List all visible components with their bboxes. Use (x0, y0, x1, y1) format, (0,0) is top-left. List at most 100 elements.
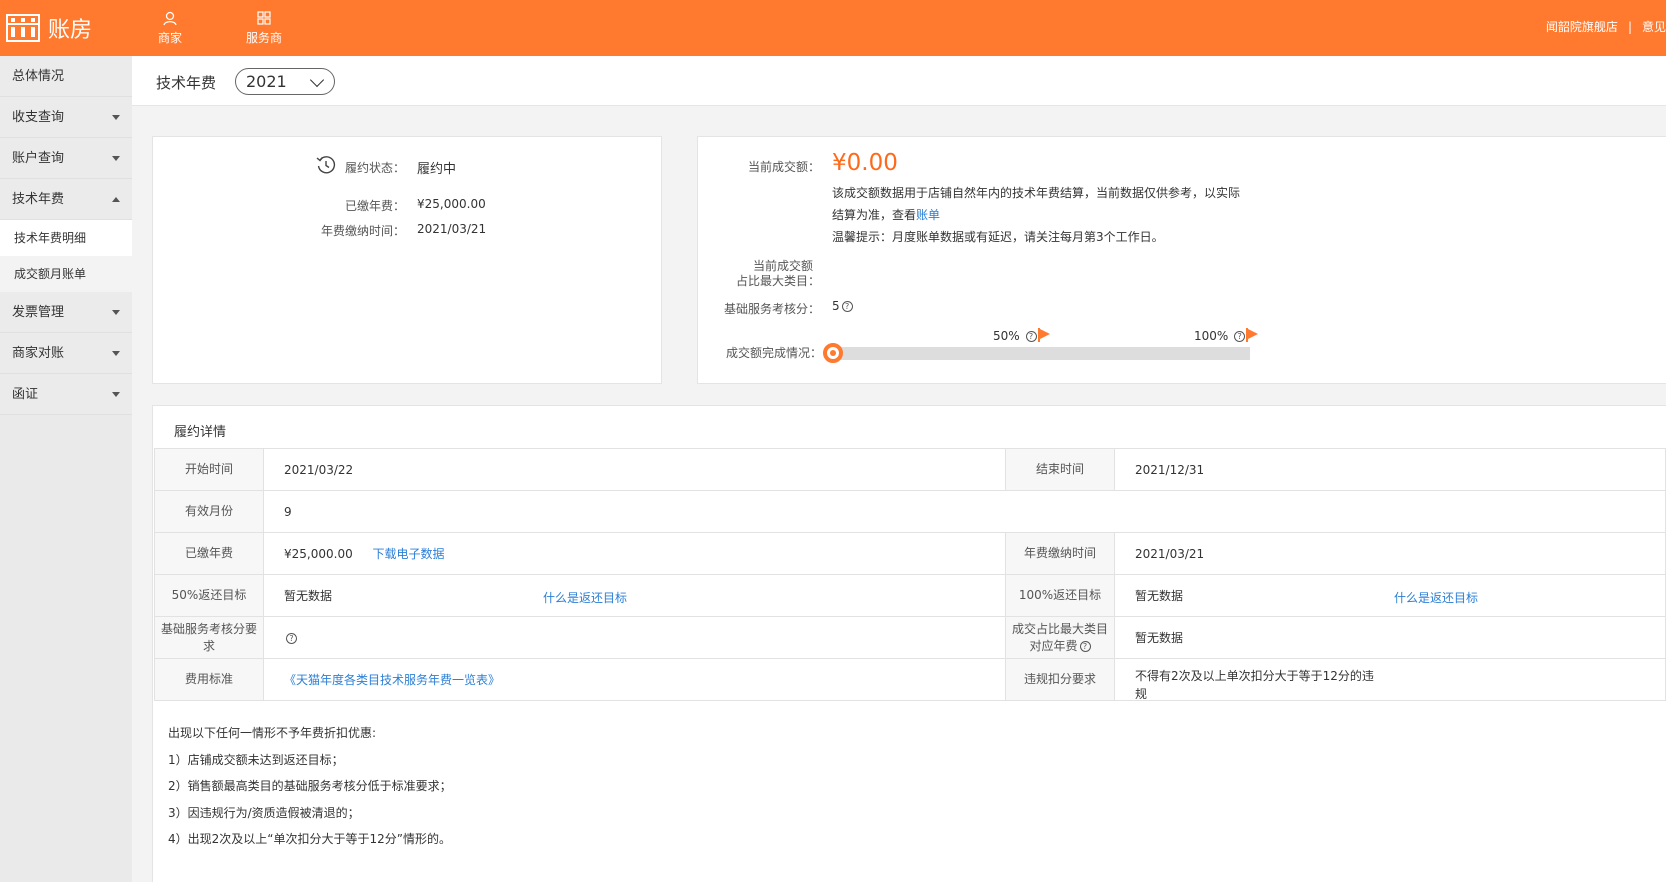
sidebar-item-label: 商家对账 (12, 346, 65, 361)
status-label: 履约状态： (344, 161, 405, 175)
nav-merchant[interactable]: 商家 (158, 10, 182, 46)
table-row: 开始时间 2021/03/22 结束时间 2021/12/31 (154, 448, 1666, 491)
description-prefix: 结算为准，查看 (832, 208, 917, 222)
current-turnover-label: 当前成交额： (747, 160, 820, 174)
caret-down-icon (112, 310, 120, 315)
detail-paid-label: 已缴年费 (154, 532, 264, 575)
sidebar-item-income-expense[interactable]: 收支查询 (0, 97, 132, 138)
caret-up-icon (112, 197, 120, 202)
separator: | (1627, 20, 1632, 34)
target50-label: 50%返还目标 (154, 574, 264, 617)
top-right-links: 闻韶院旗舰店 | 意见 (1546, 18, 1666, 35)
nav-provider-label: 服务商 (246, 31, 283, 45)
table-row: 50%返还目标 暂无数据 什么是返还目标 100%返还目标 暂无数据 什么是返还… (154, 574, 1666, 617)
detail-paid-value: ¥25,000.00 (284, 547, 353, 561)
sidebar-subitem-tech-fee-detail[interactable]: 技术年费明细 (0, 220, 132, 256)
sidebar-subitem-label: 成交额月账单 (14, 267, 87, 281)
sidebar: 总体情况 收支查询 账户查询 技术年费 技术年费明细 成交额月账单 发票管理 商… (0, 56, 132, 882)
fee-standard-link[interactable]: 《天猫年度各类目技术服务年费一览表》 (284, 673, 500, 687)
table-row: 已缴年费 ¥25,000.00 下载电子数据 年费缴纳时间 2021/03/21 (154, 532, 1666, 575)
sidebar-item-reconciliation[interactable]: 商家对账 (0, 333, 132, 374)
sidebar-item-account[interactable]: 账户查询 (0, 138, 132, 179)
detail-paid-time-value: 2021/03/21 (1114, 532, 1666, 575)
target50-cell: 暂无数据 什么是返还目标 (263, 574, 1006, 617)
page-title: 技术年费 (156, 74, 217, 92)
caret-down-icon (112, 351, 120, 356)
table-row: 基础服务考核分要求 ? 成交占比最大类目对应年费? 暂无数据 (154, 616, 1666, 659)
description-line-1: 该成交额数据用于店铺自然年内的技术年费结算，当前数据仅供参考，以实际 (832, 186, 1241, 200)
turnover-progress-knob[interactable] (823, 343, 843, 363)
violation-label: 违规扣分要求 (1005, 658, 1115, 701)
sidebar-item-label: 函证 (12, 387, 39, 402)
what-is-target-link[interactable]: 什么是返还目标 (1394, 589, 1478, 606)
abacus-icon (6, 14, 40, 42)
nav-provider[interactable]: 服务商 (246, 10, 282, 46)
app-title: 账房 (48, 18, 93, 43)
detail-table: 开始时间 2021/03/22 结束时间 2021/12/31 有效月份 9 已… (154, 448, 1666, 701)
terms-list: 出现以下任何一情形不予年费折扣优惠: 1）店铺成交额未达到返还目标； 2）销售额… (168, 720, 452, 853)
user-icon (163, 11, 177, 26)
violation-value-cell: 不得有2次及以上单次扣分大于等于12分的违规 (1114, 658, 1666, 701)
start-time-value: 2021/03/22 (263, 448, 1006, 491)
help-icon[interactable]: ? (1234, 331, 1246, 342)
service-score-value: 5 (832, 299, 840, 313)
turnover-progress-track (830, 347, 1250, 360)
status-panel (152, 136, 662, 384)
sidebar-subitem-label: 技术年费明细 (14, 231, 87, 245)
app-logo[interactable]: 账房 (6, 12, 92, 44)
topcat-fee-label: 成交占比最大类目对应年费 (1011, 621, 1108, 653)
sidebar-item-tech-fee[interactable]: 技术年费 (0, 179, 132, 220)
sidebar-subitem-monthly-bill[interactable]: 成交额月账单 (0, 256, 132, 292)
help-icon[interactable]: ? (1079, 640, 1091, 652)
score-requirement-value: ? (263, 616, 1006, 659)
current-turnover-value: ¥0.00 (832, 150, 898, 176)
caret-down-icon (112, 156, 120, 161)
sidebar-item-label: 账户查询 (12, 151, 65, 166)
paid-time-label: 年费缴纳时间： (320, 224, 405, 238)
sidebar-item-confirmation[interactable]: 函证 (0, 374, 132, 415)
what-is-target-link[interactable]: 什么是返还目标 (543, 589, 627, 606)
shop-name-link[interactable]: 闻韶院旗舰店 (1546, 20, 1618, 34)
terms-item: 3）因违规行为/资质造假被清退的； (168, 805, 360, 820)
caret-down-icon (112, 115, 120, 120)
end-time-label: 结束时间 (1005, 448, 1115, 491)
score-requirement-label: 基础服务考核分要求 (154, 616, 264, 659)
sidebar-item-label: 收支查询 (12, 110, 65, 125)
target100-cell: 暂无数据 什么是返还目标 (1114, 574, 1666, 617)
marker-100-label: 100% (1194, 329, 1229, 343)
end-time-value: 2021/12/31 (1114, 448, 1666, 491)
marker-50-label: 50% (993, 329, 1020, 343)
help-icon[interactable]: ? (286, 632, 297, 644)
nav-merchant-label: 商家 (158, 31, 183, 45)
topcat-fee-label-cell: 成交占比最大类目对应年费? (1005, 616, 1115, 659)
flag-100-icon (1246, 328, 1258, 342)
sidebar-item-invoice[interactable]: 发票管理 (0, 292, 132, 333)
year-select-value: 2021 (246, 72, 287, 91)
feedback-link[interactable]: 意见 (1642, 20, 1666, 34)
bill-link[interactable]: 账单 (916, 208, 940, 222)
service-score-label: 基础服务考核分： (723, 302, 820, 316)
top-category-label-line2: 占比最大类目： (735, 274, 820, 288)
description-line-3: 温馨提示：月度账单数据或有延迟，请关注每月第3个工作日。 (832, 230, 1164, 244)
grid-icon (257, 11, 271, 25)
sidebar-item-label: 技术年费 (12, 192, 65, 207)
paid-fee-value: ¥25,000.00 (417, 197, 486, 211)
topcat-fee-value: 暂无数据 (1114, 616, 1666, 659)
download-data-link[interactable]: 下载电子数据 (373, 547, 445, 561)
year-select[interactable]: 2021 (235, 68, 335, 95)
target100-value: 暂无数据 (1135, 589, 1184, 603)
marker-100-wrap: 100% ? (1194, 329, 1246, 343)
help-icon[interactable]: ? (841, 301, 853, 312)
detail-paid-time-label: 年费缴纳时间 (1005, 532, 1115, 575)
months-value: 9 (263, 490, 1666, 533)
status-value: 履约中 (417, 162, 457, 177)
page-subheader: 技术年费 2021 (132, 56, 1666, 106)
top-header: 账房 商家 服务商 闻韶院旗舰店 | 意见 (0, 0, 1666, 56)
chevron-down-icon (309, 72, 325, 88)
table-row: 费用标准 《天猫年度各类目技术服务年费一览表》 违规扣分要求 不得有2次及以上单… (154, 658, 1666, 701)
help-icon[interactable]: ? (1025, 331, 1037, 342)
terms-item: 2）销售额最高类目的基础服务考核分低于标准要求； (168, 779, 452, 793)
terms-intro: 出现以下任何一情形不予年费折扣优惠: (168, 726, 377, 740)
progress-label: 成交额完成情况： (725, 346, 822, 360)
sidebar-item-overview[interactable]: 总体情况 (0, 56, 132, 97)
